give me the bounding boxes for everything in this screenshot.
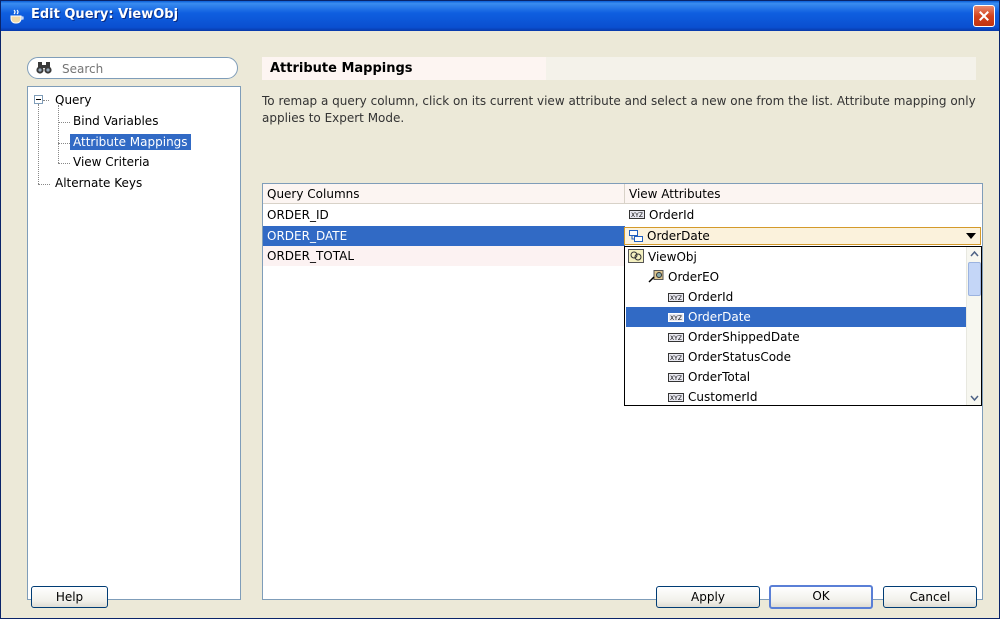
svg-text:XYZ: XYZ [670,295,682,302]
svg-text:XYZ: XYZ [670,395,682,402]
title-band [546,57,976,80]
list-item-attribute[interactable]: XYZ OrderShippedDate [626,327,967,347]
list-item-label: ViewObj [648,250,697,264]
mapped-attribute-icon [629,230,643,242]
tree-item-label: Bind Variables [73,114,159,128]
query-column-cell: ORDER_DATE [263,226,625,246]
column-header-query-columns[interactable]: Query Columns [263,184,625,204]
tree-item-label: Query [55,93,92,107]
view-attribute-cell[interactable]: XYZ OrderId [625,205,982,225]
svg-text:XYZ: XYZ [670,335,682,342]
list-item-attribute[interactable]: XYZ OrderId [626,287,967,307]
ok-button[interactable]: OK [769,585,873,609]
list-item-view-object[interactable]: ViewObj [626,247,967,267]
apply-button[interactable]: Apply [656,586,760,608]
attribute-icon: XYZ [668,313,684,322]
list-item-attribute[interactable]: XYZ OrderStatusCode [626,347,967,367]
svg-text:XYZ: XYZ [670,355,682,362]
column-header-view-attributes[interactable]: View Attributes [625,184,982,204]
tree-item-label: Attribute Mappings [70,134,191,150]
attribute-icon: XYZ [668,373,684,382]
attribute-icon: XYZ [629,210,645,219]
scroll-thumb[interactable] [968,262,981,296]
close-button[interactable] [973,5,995,27]
query-column-cell: ORDER_TOTAL [263,246,625,266]
tree-item-label: Alternate Keys [55,176,143,190]
svg-text:XYZ: XYZ [631,212,643,219]
query-column-cell: ORDER_ID [267,208,329,222]
tree-item-attribute-mappings[interactable]: Attribute Mappings [70,134,191,152]
view-attribute-combobox[interactable]: OrderDate [624,227,981,245]
collapse-expander-icon[interactable] [34,95,43,104]
scroll-up-icon[interactable] [968,248,981,261]
chevron-down-icon[interactable] [966,233,976,239]
search-box[interactable] [27,57,238,79]
view-attribute-label: OrderId [649,208,695,222]
query-cup-icon [10,9,24,24]
page-title: Attribute Mappings [262,57,546,80]
view-object-icon [628,249,644,263]
list-item-label: OrderTotal [688,370,751,384]
tree-item-view-criteria[interactable]: View Criteria [70,154,153,172]
combobox-value: OrderDate [647,229,710,243]
list-item-entity-object[interactable]: OrderEO [626,267,967,287]
instructions-text: To remap a query column, click on its cu… [262,94,976,125]
list-item-attribute-selected[interactable]: XYZ OrderDate [626,307,967,327]
list-item-attribute[interactable]: XYZ CustomerId [626,387,967,407]
list-item-label: OrderStatusCode [688,350,792,364]
window-title: Edit Query: ViewObj [31,7,179,22]
list-item-label: CustomerId [688,390,758,404]
title-bar[interactable]: Edit Query: ViewObj [1,1,999,31]
list-item-label: OrderDate [688,310,751,324]
entity-object-icon [648,270,664,283]
list-item-label: OrderShippedDate [688,330,800,344]
cancel-button[interactable]: Cancel [883,586,977,608]
binoculars-icon [36,62,52,74]
edit-query-dialog: Edit Query: ViewObj Query Bind Variables [0,0,1000,619]
attribute-icon: XYZ [668,293,684,302]
attribute-icon: XYZ [668,333,684,342]
list-item-label: OrderEO [668,270,720,284]
attribute-icon: XYZ [668,353,684,362]
help-button[interactable]: Help [31,586,108,608]
svg-text:XYZ: XYZ [670,375,682,382]
attribute-icon: XYZ [668,393,684,402]
attribute-dropdown-list[interactable]: ViewObj OrderEO XYZ OrderId XYZ OrderDat… [624,246,982,406]
search-input[interactable] [62,61,232,76]
tree-item-alternate-keys[interactable]: Alternate Keys [52,175,145,193]
vertical-scrollbar[interactable] [966,247,981,405]
navigation-tree: Query Bind Variables Attribute Mappings … [27,86,241,600]
tree-item-label: View Criteria [73,155,150,169]
svg-text:XYZ: XYZ [670,315,682,322]
list-item-label: OrderId [688,290,734,304]
table-row[interactable]: ORDER_ID XYZ OrderId [263,205,982,225]
list-item-attribute[interactable]: XYZ OrderTotal [626,367,967,387]
tree-item-query[interactable]: Query [52,92,94,110]
scroll-down-icon[interactable] [968,391,981,404]
tree-item-bind-variables[interactable]: Bind Variables [70,113,161,131]
